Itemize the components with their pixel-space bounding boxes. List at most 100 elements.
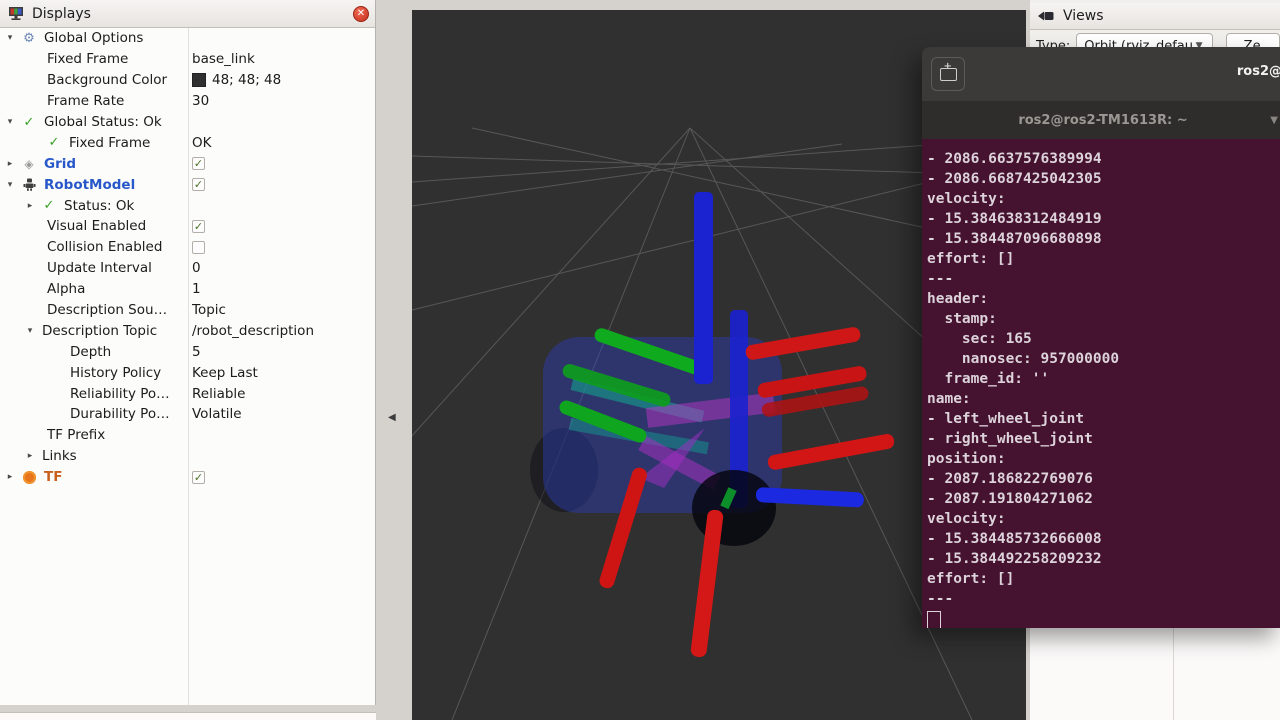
horizontal-splitter[interactable]: [0, 705, 376, 712]
property-name: Description Sou…: [47, 302, 167, 318]
property-name: Durability Po…: [70, 406, 170, 422]
terminal-line: - 15.384487096680898: [927, 229, 1280, 249]
views-panel-titlebar[interactable]: Views: [1030, 3, 1280, 30]
property-value[interactable]: Reliable: [192, 383, 245, 404]
new-tab-icon: [940, 68, 957, 81]
property-value[interactable]: 48; 48; 48: [192, 70, 281, 91]
z-axis-blue: [694, 192, 713, 384]
display-name: RobotModel: [44, 177, 135, 193]
property-name: TF Prefix: [47, 427, 105, 443]
close-panel-icon[interactable]: ✕: [353, 6, 369, 22]
display-name: TF: [44, 469, 62, 485]
displays-monitor-icon: [8, 6, 24, 21]
terminal-line: velocity:: [927, 509, 1280, 529]
red-axis-down: [690, 509, 724, 658]
terminal-line: header:: [927, 289, 1280, 309]
robot-icon: [20, 178, 38, 191]
grid-icon: ◈: [20, 157, 38, 171]
x-axis-red: [767, 433, 896, 471]
property-value[interactable]: 30: [192, 91, 209, 112]
terminal-line: - right_wheel_joint: [927, 429, 1280, 449]
terminal-cursor: [927, 611, 941, 628]
property-name: Status: Ok: [64, 198, 134, 214]
property-name: Global Options: [44, 30, 143, 46]
gear-icon: ⚙: [20, 31, 38, 46]
property-name: Fixed Frame: [69, 135, 150, 151]
terminal-line: frame_id: '': [927, 369, 1280, 389]
enabled-checkbox[interactable]: ✓: [192, 153, 205, 174]
property-value[interactable]: 5: [192, 341, 201, 362]
enabled-checkbox[interactable]: ✓: [192, 467, 205, 488]
expand-arrow-icon[interactable]: [4, 117, 16, 127]
display-name: Grid: [44, 156, 76, 172]
terminal-line: stamp:: [927, 309, 1280, 329]
terminal-window: ros2@ ros2@ros2-TM1613R: ~ ▼ - 2086.6637…: [922, 47, 1280, 628]
property-name: Links: [42, 448, 77, 464]
bottom-panel-edge: [0, 712, 376, 720]
property-name: Fixed Frame: [47, 51, 128, 67]
property-name: Depth: [70, 344, 111, 360]
terminal-line: effort: []: [927, 569, 1280, 589]
property-value: OK: [192, 132, 211, 153]
property-name: Description Topic: [42, 323, 157, 339]
displays-panel-titlebar[interactable]: Displays ✕: [0, 0, 375, 28]
terminal-line: velocity:: [927, 189, 1280, 209]
status-ok-check-icon: ✓: [40, 198, 58, 213]
terminal-line: - 15.384638312484919: [927, 209, 1280, 229]
enabled-checkbox[interactable]: ✓: [192, 174, 205, 195]
expand-arrow-icon[interactable]: [24, 451, 36, 461]
terminal-output[interactable]: - 2086.6637576389994 - 2086.668742504230…: [922, 139, 1280, 628]
displays-panel-title: Displays: [32, 6, 91, 22]
property-name: Background Color: [47, 72, 167, 88]
expand-arrow-icon[interactable]: [24, 326, 36, 336]
expand-arrow-icon[interactable]: [4, 33, 16, 43]
property-name: Update Interval: [47, 260, 152, 276]
panel-gutter: [376, 0, 412, 720]
terminal-line: - 2087.191804271062: [927, 489, 1280, 509]
terminal-tab-title[interactable]: ros2@ros2-TM1613R: ~: [1018, 113, 1187, 128]
property-name: Alpha: [47, 281, 85, 297]
views-camera-icon: [1038, 10, 1055, 22]
property-name: History Policy: [70, 365, 161, 381]
terminal-line: - 15.384492258209232: [927, 549, 1280, 569]
terminal-line: - 2087.186822769076: [927, 469, 1280, 489]
terminal-line: position:: [927, 449, 1280, 469]
terminal-line: - 15.384485732666008: [927, 529, 1280, 549]
viewport-top-margin: [412, 0, 1030, 10]
expand-arrow-icon[interactable]: [24, 201, 36, 211]
terminal-line: - left_wheel_joint: [927, 409, 1280, 429]
terminal-line: - 2086.6637576389994: [927, 149, 1280, 169]
property-value[interactable]: Keep Last: [192, 362, 258, 383]
terminal-line: effort: []: [927, 249, 1280, 269]
terminal-line: name:: [927, 389, 1280, 409]
status-ok-check-icon: ✓: [45, 135, 63, 150]
rviz-window: Displays ✕ ⚙ Global Options Fixed Frame …: [0, 0, 1280, 720]
expand-arrow-icon[interactable]: [4, 472, 16, 482]
collision-enabled-checkbox[interactable]: [192, 237, 205, 258]
expand-arrow-icon[interactable]: [4, 159, 16, 169]
property-name: Frame Rate: [47, 93, 124, 109]
right-wheel: [692, 470, 776, 546]
property-name: Visual Enabled: [47, 218, 146, 234]
terminal-line: nanosec: 957000000: [927, 349, 1280, 369]
property-name: Global Status: Ok: [44, 114, 162, 130]
new-tab-button[interactable]: [931, 57, 965, 91]
expand-arrow-icon[interactable]: [4, 180, 16, 190]
x-axis-red: [745, 326, 862, 361]
collapse-panel-arrow-icon[interactable]: ◀: [388, 412, 396, 423]
terminal-tab-bar[interactable]: ros2@ros2-TM1613R: ~ ▼: [922, 101, 1280, 139]
property-value[interactable]: Volatile: [192, 404, 242, 425]
property-value[interactable]: /robot_description: [192, 320, 314, 341]
property-value[interactable]: 1: [192, 279, 201, 300]
property-value[interactable]: Topic: [192, 300, 226, 321]
chevron-down-icon[interactable]: ▼: [1270, 115, 1278, 126]
visual-enabled-checkbox[interactable]: ✓: [192, 216, 205, 237]
terminal-line: ---: [927, 269, 1280, 289]
terminal-titlebar[interactable]: ros2@: [922, 47, 1280, 101]
property-value[interactable]: 0: [192, 258, 201, 279]
robot-model: [530, 192, 895, 658]
tf-icon: [20, 471, 38, 484]
color-swatch: [192, 73, 206, 87]
tree-column-divider[interactable]: [188, 28, 189, 705]
property-value[interactable]: base_link: [192, 49, 255, 70]
